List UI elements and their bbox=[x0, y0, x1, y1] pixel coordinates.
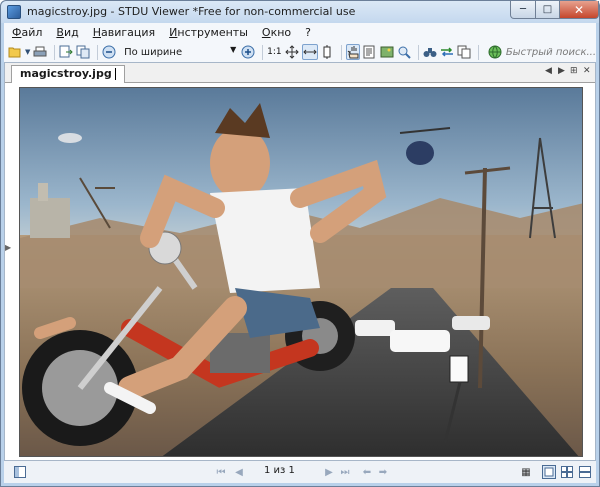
tab-label: magicstroy.jpg bbox=[20, 67, 112, 80]
toolbar-separator bbox=[477, 44, 479, 60]
single-page-icon[interactable] bbox=[542, 465, 556, 479]
forward-icon[interactable]: ➡ bbox=[376, 465, 390, 479]
menu-view[interactable]: Вид bbox=[56, 26, 78, 39]
toolbar-separator bbox=[418, 44, 419, 60]
toolbar-separator bbox=[97, 44, 99, 60]
tab-magicstroy[interactable]: magicstroy.jpg bbox=[11, 65, 125, 83]
copy-icon[interactable] bbox=[457, 44, 471, 60]
maximize-button[interactable]: □ bbox=[535, 1, 560, 19]
open-dropdown-icon[interactable]: ▼ bbox=[25, 44, 30, 60]
fit-page-icon[interactable] bbox=[284, 44, 299, 60]
tab-list-icon[interactable]: ⊞ bbox=[570, 66, 578, 76]
last-page-icon[interactable]: ⏭ bbox=[338, 465, 352, 479]
search-input[interactable]: Быстрый поиск... bbox=[506, 47, 596, 58]
minimize-button[interactable]: ─ bbox=[510, 1, 536, 19]
quick-search-box[interactable]: Быстрый поиск... bbox=[487, 44, 596, 60]
image-select-icon[interactable] bbox=[380, 44, 394, 60]
maximize-icon: □ bbox=[542, 4, 553, 15]
zoom-mode-value: По ширине bbox=[124, 46, 183, 58]
open-folder-icon[interactable] bbox=[8, 44, 22, 60]
tab-strip: magicstroy.jpg ◀ ▶ ⊞ ✕ bbox=[5, 63, 595, 83]
minimize-icon: ─ bbox=[519, 4, 527, 15]
window-title: magicstroy.jpg - STDU Viewer *Free for n… bbox=[27, 5, 356, 18]
search-globe-icon bbox=[487, 44, 503, 60]
sidebar-toggle-icon[interactable] bbox=[13, 465, 27, 479]
text-select-icon[interactable] bbox=[363, 44, 377, 60]
close-button[interactable]: ✕ bbox=[559, 1, 599, 19]
page-indicator[interactable]: 1 из 1 bbox=[264, 465, 295, 476]
menu-navigation[interactable]: Навигация bbox=[93, 26, 155, 39]
copy-page-icon[interactable] bbox=[76, 44, 90, 60]
fit-width-icon[interactable] bbox=[301, 44, 318, 60]
zoom-region-icon[interactable] bbox=[397, 44, 411, 60]
close-icon: ✕ bbox=[573, 2, 585, 17]
two-pages-icon[interactable] bbox=[560, 465, 574, 479]
hand-tool-icon[interactable] bbox=[346, 44, 361, 60]
side-panel-handle-icon[interactable]: ▶ bbox=[5, 243, 11, 273]
menu-window[interactable]: Окно bbox=[262, 26, 291, 39]
menu-bar: Файл Вид Навигация Инструменты Окно ? bbox=[4, 23, 596, 42]
zoom-out-icon[interactable] bbox=[102, 44, 116, 60]
print-icon[interactable] bbox=[33, 44, 47, 60]
title-bar[interactable]: magicstroy.jpg - STDU Viewer *Free for n… bbox=[1, 1, 599, 23]
zoom-mode-select[interactable]: По ширине ▼ bbox=[119, 44, 239, 60]
prev-page-icon[interactable]: ◀ bbox=[232, 465, 246, 479]
fit-height-icon[interactable] bbox=[321, 44, 335, 60]
menu-file[interactable]: Файл bbox=[12, 26, 42, 39]
next-page-icon[interactable]: ▶ bbox=[322, 465, 336, 479]
toolbar-separator bbox=[262, 44, 264, 60]
tab-close-icon[interactable]: ✕ bbox=[583, 66, 591, 76]
continuous-pages-icon[interactable] bbox=[578, 465, 592, 479]
binoculars-icon[interactable] bbox=[423, 44, 437, 60]
tab-prev-icon[interactable]: ◀ bbox=[545, 66, 552, 76]
export-page-icon[interactable] bbox=[59, 44, 73, 60]
tab-divider bbox=[114, 68, 116, 80]
photo-scene bbox=[20, 103, 582, 446]
first-page-icon[interactable]: ⏮ bbox=[214, 465, 228, 479]
document-area: magicstroy.jpg ◀ ▶ ⊞ ✕ ▶ bbox=[4, 62, 596, 461]
main-toolbar: ▼ По ширине ▼ 1:1 Быстрый поиск... bbox=[4, 42, 596, 62]
back-icon[interactable]: ⬅ bbox=[360, 465, 374, 479]
sync-arrows-icon[interactable] bbox=[440, 44, 454, 60]
menu-tools[interactable]: Инструменты bbox=[169, 26, 248, 39]
image-viewer[interactable] bbox=[19, 87, 583, 457]
tab-next-icon[interactable]: ▶ bbox=[558, 66, 565, 76]
zoom-in-icon[interactable] bbox=[241, 44, 255, 60]
toolbar-separator bbox=[54, 44, 56, 60]
app-window: magicstroy.jpg - STDU Viewer *Free for n… bbox=[0, 0, 600, 487]
toolbar-separator bbox=[341, 44, 343, 60]
chevron-down-icon: ▼ bbox=[230, 45, 237, 54]
page-layout-icon[interactable]: ▦ bbox=[519, 465, 533, 479]
status-bar: ⏮ ◀ 1 из 1 ▶ ⏭ ⬅ ➡ ▦ bbox=[4, 461, 596, 483]
app-icon[interactable] bbox=[7, 5, 21, 19]
actual-size-button[interactable]: 1:1 bbox=[267, 44, 281, 60]
menu-help[interactable]: ? bbox=[305, 26, 311, 39]
